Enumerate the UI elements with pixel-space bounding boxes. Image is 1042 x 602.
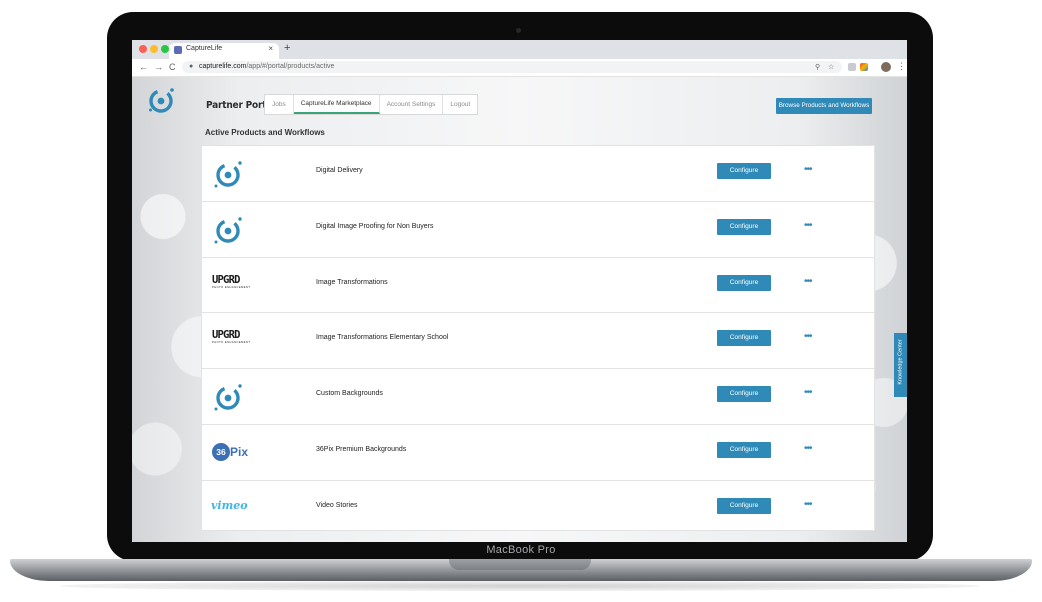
capturelife-logo-icon <box>214 161 242 188</box>
capturelife-logo-icon <box>149 88 174 113</box>
configure-button[interactable]: Configure <box>717 274 771 291</box>
upgrd-logo: UPGRD PHOTO ENHANCEMENT <box>212 330 250 344</box>
configure-button[interactable]: Configure <box>717 330 771 347</box>
product-name: Custom Backgrounds <box>316 390 383 398</box>
product-name: Image Transformations Elementary School <box>316 334 449 342</box>
products-list: Digital Delivery Configure ••• Digital I… <box>201 145 875 531</box>
more-options-icon[interactable]: ••• <box>804 164 812 176</box>
upgrd-logo-subtitle: PHOTO ENHANCEMENT <box>212 341 251 345</box>
url-path: /app/#/portal/products/active <box>246 63 335 70</box>
tab-account-settings[interactable]: Account Settings <box>380 95 444 114</box>
upgrd-logo: UPGRD PHOTO ENHANCEMENT <box>212 273 251 289</box>
address-bar[interactable]: ● capturelife.com/app/#/portal/products/… <box>182 61 842 73</box>
window-minimize-button[interactable] <box>150 45 158 53</box>
knowledge-center-tab[interactable]: Knowledge Center <box>894 333 907 397</box>
product-name: Digital Delivery <box>316 167 363 174</box>
profile-avatar-icon[interactable] <box>881 62 891 72</box>
vimeo-logo: vimeo <box>211 498 248 512</box>
more-options-icon[interactable]: ••• <box>804 331 812 343</box>
configure-button[interactable]: Configure <box>717 218 771 235</box>
screen: CaptureLife × + ← → C ● capturelife.com/… <box>132 40 907 542</box>
more-options-icon[interactable]: ••• <box>804 220 812 232</box>
webcam <box>516 28 521 33</box>
more-options-icon[interactable]: ••• <box>804 499 812 511</box>
tab-jobs[interactable]: Jobs <box>265 95 294 114</box>
browser-menu-icon[interactable]: ⋮ <box>897 61 906 72</box>
laptop-shadow <box>60 581 980 591</box>
product-row: Digital Delivery Configure ••• <box>202 146 874 202</box>
page-title: Active Products and Workflows <box>205 128 325 137</box>
configure-button[interactable]: Configure <box>717 441 771 458</box>
knowledge-center-label: Knowledge Center <box>897 339 904 385</box>
product-row: Custom Backgrounds Configure ••• <box>202 369 874 425</box>
reload-button[interactable]: C <box>169 62 176 72</box>
lock-icon: ● <box>189 63 194 70</box>
product-row: vimeo Video Stories Configure ••• <box>202 481 874 536</box>
product-name: Video Stories <box>316 501 358 509</box>
favicon-icon <box>174 46 182 54</box>
tab-close-icon[interactable]: × <box>268 44 273 53</box>
configure-button[interactable]: Configure <box>717 163 771 179</box>
url-host: capturelife.com <box>199 63 247 70</box>
product-row: UPGRD PHOTO ENHANCEMENT Image Transforma… <box>202 258 874 314</box>
36pix-logo-number: 36 <box>212 442 230 461</box>
tab-capturelife-marketplace[interactable]: CaptureLife Marketplace <box>293 95 380 114</box>
capturelife-logo-icon <box>214 217 242 244</box>
product-name: Image Transformations <box>316 278 388 286</box>
product-name: 36Pix Premium Backgrounds <box>316 445 407 453</box>
product-name: Digital Image Proofing for Non Buyers <box>316 222 434 230</box>
browser-tab[interactable]: CaptureLife × <box>169 43 279 59</box>
configure-button[interactable]: Configure <box>717 497 771 514</box>
key-icon[interactable]: ⚲ <box>815 63 820 71</box>
extension-icon[interactable] <box>848 63 856 71</box>
back-button[interactable]: ← <box>139 62 148 72</box>
portal-page: Partner Portal Jobs CaptureLife Marketpl… <box>132 77 907 542</box>
browse-products-button[interactable]: Browse Products and Workflows <box>776 98 872 114</box>
more-options-icon[interactable]: ••• <box>804 276 812 288</box>
upgrd-logo-title: UPGRD <box>212 329 240 342</box>
device-label: MacBook Pro <box>486 544 556 556</box>
36pix-logo-word: Pix <box>230 444 249 459</box>
new-tab-button[interactable]: + <box>284 42 290 54</box>
more-options-icon[interactable]: ••• <box>804 387 812 399</box>
tab-title: CaptureLife <box>186 45 223 52</box>
upgrd-logo-title: UPGRD <box>212 273 240 286</box>
portal-nav-tabs: Jobs CaptureLife Marketplace Account Set… <box>264 94 479 115</box>
product-row: 36 Pix 36Pix Premium Backgrounds Configu… <box>202 425 874 481</box>
extension-icon[interactable] <box>860 63 868 71</box>
url-text: capturelife.com/app/#/portal/products/ac… <box>199 63 334 70</box>
product-row: UPGRD PHOTO ENHANCEMENT Image Transforma… <box>202 313 874 370</box>
product-row: Digital Image Proofing for Non Buyers Co… <box>202 202 874 258</box>
forward-button[interactable]: → <box>154 62 163 72</box>
configure-button[interactable]: Configure <box>717 386 771 403</box>
tab-logout[interactable]: Logout <box>443 95 477 114</box>
upgrd-logo-subtitle: PHOTO ENHANCEMENT <box>212 285 251 289</box>
capturelife-logo-icon <box>214 384 242 411</box>
window-close-button[interactable] <box>139 45 147 53</box>
browser-toolbar: ← → C ● capturelife.com/app/#/portal/pro… <box>132 59 907 77</box>
browser-tabstrip: CaptureLife × + <box>132 40 907 59</box>
laptop-notch <box>449 559 591 570</box>
window-zoom-button[interactable] <box>161 45 169 53</box>
star-icon[interactable]: ☆ <box>828 63 834 71</box>
more-options-icon[interactable]: ••• <box>804 443 812 455</box>
36pix-logo: 36 Pix <box>212 442 249 461</box>
